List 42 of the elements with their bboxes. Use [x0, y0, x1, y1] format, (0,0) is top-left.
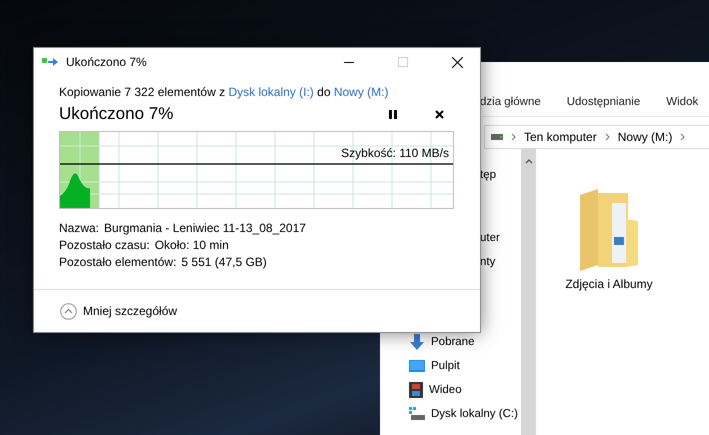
folder-icon[interactable]	[578, 189, 640, 271]
copy-summary: Kopiowanie 7 322 elementów z Dysk lokalny (I:) do Nowy (M:)	[59, 84, 390, 101]
copy-icon	[42, 57, 58, 67]
close-icon	[452, 56, 462, 68]
scrollbar[interactable]	[521, 149, 536, 435]
breadcrumb-item[interactable]: Ten komputer	[524, 130, 597, 144]
detail-label: Nazwa:	[59, 220, 100, 234]
film-icon	[409, 382, 423, 398]
chevron-icon	[680, 133, 686, 141]
download-arrow-icon	[409, 334, 425, 350]
pause-icon	[389, 110, 397, 118]
nav-item[interactable]: Dysk lokalny (C:)	[380, 402, 521, 426]
address-bar[interactable]: Ten komputer Nowy (M:)	[484, 125, 709, 149]
ribbon-tab[interactable]: Udostępnianie	[566, 96, 640, 116]
ribbon-tab[interactable]: Widok	[666, 96, 698, 116]
detail-value: Około: 10 min	[154, 238, 229, 252]
chevron-icon	[511, 133, 516, 141]
close-icon	[434, 110, 444, 118]
maximize-icon	[398, 57, 408, 67]
nav-item[interactable]: Pulpit	[380, 354, 521, 378]
scroll-up-icon	[524, 159, 532, 164]
breadcrumb-item[interactable]: Nowy (M:)	[618, 130, 672, 144]
speed-label: Szybkość: 110 MB/s	[341, 146, 449, 160]
folder-name[interactable]: Zdjęcia i Albumy	[565, 277, 653, 291]
window-title: Ukończono 7%	[66, 55, 147, 69]
source-link[interactable]: Dysk lokalny (I:)	[228, 85, 314, 99]
less-details-button[interactable]: Mniej szczegółów	[60, 302, 178, 320]
drive-icon	[409, 407, 425, 421]
chevron-up-circle-icon	[60, 302, 77, 320]
speed-sparkline	[60, 173, 90, 208]
detail-label: Pozostało czasu:	[59, 238, 150, 252]
destination-link[interactable]: Nowy (M:)	[334, 85, 388, 99]
desktop-icon	[409, 360, 425, 372]
nav-item[interactable]: Wideo	[380, 378, 521, 402]
drive-icon	[491, 134, 503, 140]
ribbon-tab[interactable]: dzia główne	[480, 96, 541, 116]
detail-value: Burgmania - Leniwiec 11-13_08_2017	[104, 220, 306, 234]
chevron-icon	[604, 133, 610, 141]
nav-item[interactable]: Pobrane	[380, 330, 521, 354]
detail-value: 5 551 (47,5 GB)	[181, 254, 267, 268]
progress-heading: Ukończono 7%	[59, 104, 174, 124]
detail-label: Pozostało elementów:	[59, 254, 176, 268]
